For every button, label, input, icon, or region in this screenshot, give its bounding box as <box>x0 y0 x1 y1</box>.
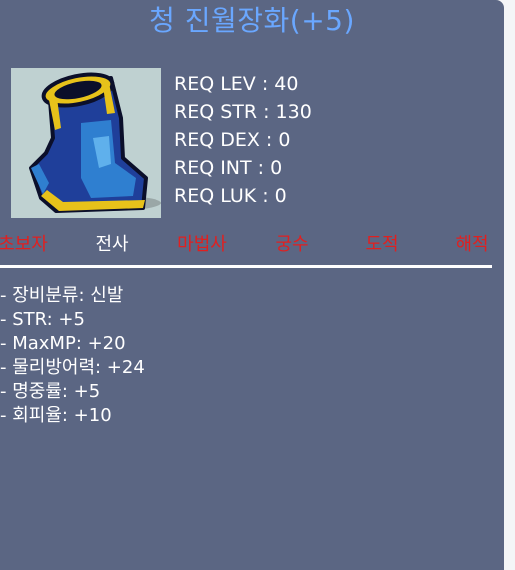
stat-str: - STR: +5 <box>0 309 85 330</box>
job-magician: 마법사 <box>177 234 227 255</box>
job-pirate: 해적 <box>455 234 489 255</box>
job-thief: 도적 <box>365 234 399 255</box>
stat-maxmp: - MaxMP: +20 <box>0 333 126 354</box>
stat-accuracy: - 명중률: +5 <box>0 381 101 402</box>
item-tooltip-panel: 청 진월장화(+5) REQ LEV : 40 REQ STR : 130 RE… <box>0 0 504 570</box>
job-warrior: 전사 <box>95 234 129 255</box>
req-dex: REQ DEX : 0 <box>174 129 291 151</box>
blue-boots-icon <box>29 72 161 213</box>
req-int: REQ INT : 0 <box>174 157 283 179</box>
req-luk: REQ LUK : 0 <box>174 185 287 207</box>
req-level: REQ LEV : 40 <box>174 73 299 95</box>
req-str: REQ STR : 130 <box>174 101 312 123</box>
stat-avoidability: - 회피율: +10 <box>0 405 112 426</box>
stats-list: - 장비분류: 신발 - STR: +5 - MaxMP: +20 - 물리방어… <box>0 284 145 428</box>
requirements-list: REQ LEV : 40 REQ STR : 130 REQ DEX : 0 R… <box>174 70 312 210</box>
job-archer: 궁수 <box>275 234 309 255</box>
job-class-row: 초보자 전사 마법사 궁수 도적 해적 <box>0 230 504 260</box>
item-name-title: 청 진월장화(+5) <box>149 4 355 37</box>
stat-physical-defense: - 물리방어력: +24 <box>0 357 145 378</box>
job-beginner: 초보자 <box>0 234 48 255</box>
section-divider <box>0 265 492 268</box>
stat-equip-category: - 장비분류: 신발 <box>0 285 124 306</box>
item-icon-frame <box>11 68 161 218</box>
